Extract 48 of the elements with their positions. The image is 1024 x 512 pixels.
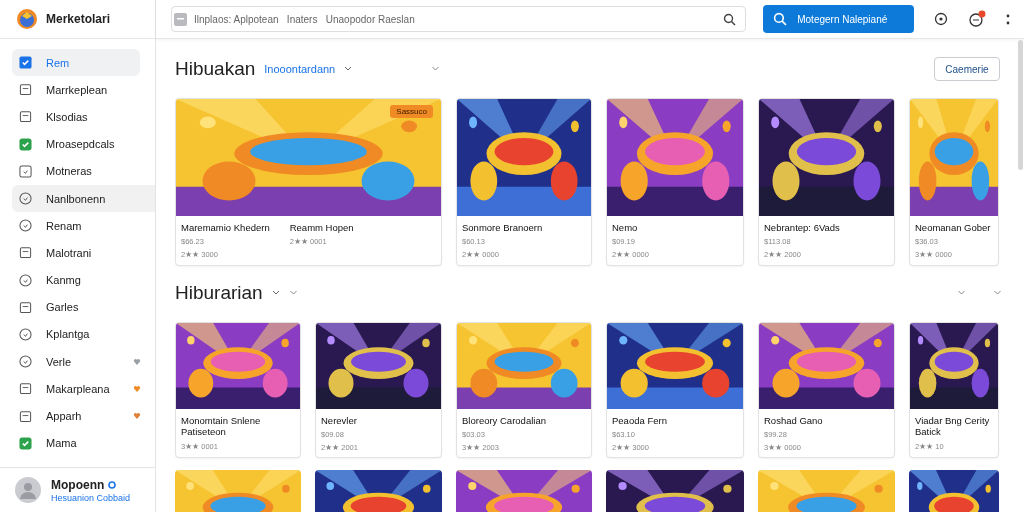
- checkbox-icon: [19, 56, 32, 70]
- sidebar-item[interactable]: Verle: [12, 348, 155, 376]
- notification-icon[interactable]: [968, 10, 986, 28]
- game-title: Neomanan Gober: [915, 222, 991, 234]
- sidebar-item[interactable]: Malotrani: [12, 239, 155, 267]
- section-title: Hibuakan: [175, 58, 256, 80]
- game-title: Roshad Gano: [764, 415, 823, 427]
- tag: Sassuco: [390, 105, 433, 118]
- sidebar-item[interactable]: Mama: [12, 429, 155, 457]
- search-field[interactable]: Ilnplaos: Aplpotean Inaters Unaopodor Raeslan: [171, 6, 747, 32]
- search-button[interactable]: Motegern Nalepiané: [763, 5, 915, 33]
- sidebar-item[interactable]: Garles: [12, 293, 155, 321]
- game-title: Nemo: [612, 222, 639, 234]
- sidebar-item[interactable]: Nanlbonenn: [12, 184, 155, 213]
- sidebar-item[interactable]: Marrkeplean: [12, 76, 155, 104]
- sidebar-item[interactable]: Kplantga: [12, 320, 155, 349]
- section-title: Hiburarian: [175, 282, 263, 304]
- game-title: Reamm Hopen: [289, 222, 354, 234]
- sidebar-item[interactable]: Renam: [12, 212, 155, 240]
- sidebar-item[interactable]: Makarpleana: [12, 375, 155, 403]
- sidebar-item[interactable]: Motneras: [12, 157, 155, 185]
- sidebar-item[interactable]: Apparh: [12, 402, 155, 430]
- game-title: Sonmore Branoern: [462, 222, 543, 234]
- category-button[interactable]: Caemerie: [934, 57, 1000, 81]
- game-title: Monomtain Snlene Patiseteon: [181, 415, 262, 438]
- scrollbar[interactable]: [1018, 40, 1023, 170]
- account-link[interactable]: Hesuanion Cobbaid: [51, 492, 131, 503]
- sidebar-item[interactable]: Rem: [12, 49, 140, 77]
- checkbox-icon: [19, 436, 32, 450]
- checkbox-icon: [19, 137, 32, 151]
- avatar[interactable]: [15, 477, 41, 503]
- category-link[interactable]: Inooontardann: [264, 63, 336, 75]
- settings-icon[interactable]: [934, 12, 949, 26]
- logo-icon: [16, 8, 38, 30]
- game-title: Viadar Bng Cerity Batick: [915, 415, 991, 438]
- user-name: Mopoenn: [51, 477, 105, 492]
- game-title: Maremamio Khedern: [181, 222, 270, 234]
- game-title: Nebrantep: 6Vads: [764, 222, 840, 234]
- game-title: Bloreory Carodalian: [462, 415, 546, 427]
- sidebar-item[interactable]: Kanmg: [12, 266, 155, 294]
- sidebar-item[interactable]: Klsodias: [12, 103, 155, 131]
- chevron-icon[interactable]: [344, 66, 353, 72]
- more-icon[interactable]: [1006, 12, 1010, 26]
- app-name: Merketolari: [46, 12, 111, 26]
- game-title: Peaoda Fern: [612, 415, 667, 427]
- box-icon: [19, 83, 32, 97]
- game-title: Nerevler: [321, 415, 358, 427]
- sidebar-item[interactable]: Mroasepdcals: [12, 130, 155, 158]
